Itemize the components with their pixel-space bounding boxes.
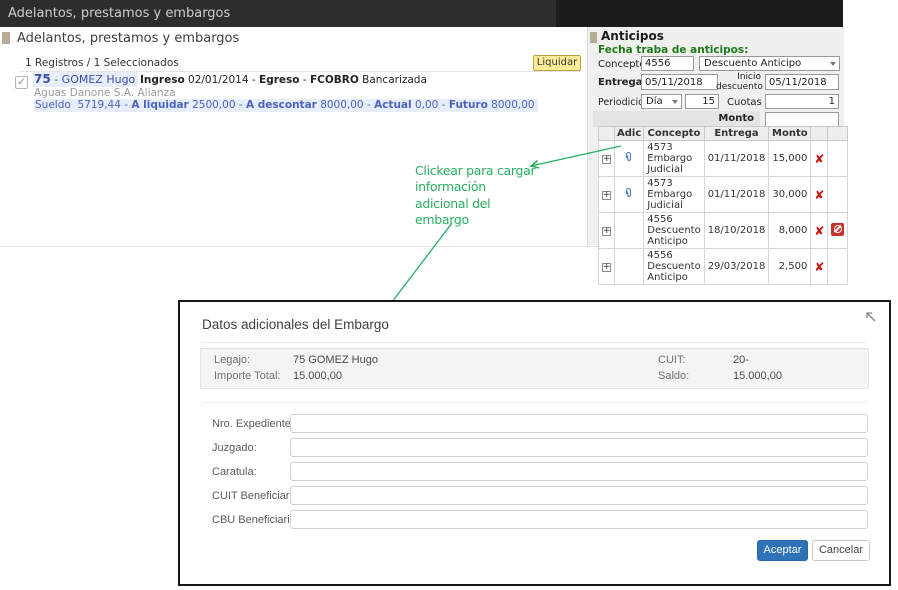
cell-monto: 30,000 <box>769 177 811 213</box>
page-title: Adelantos, prestamos y embargos <box>17 31 239 46</box>
liquidar-button[interactable]: Liquidar <box>533 55 581 71</box>
importe-total-label: Importe Total: <box>214 370 280 382</box>
cell-concepto: 4573 Embargo Judicial <box>644 141 704 177</box>
main-collapse-handle-icon[interactable] <box>2 32 10 44</box>
cuit-beneficiario-label: CUIT Beneficiario: <box>212 486 301 506</box>
inicio-descuento-input[interactable] <box>765 74 839 90</box>
cuit-beneficiario-input[interactable] <box>290 486 868 505</box>
cell-entrega: 18/10/2018 <box>704 213 769 249</box>
window-title: Adelantos, prestamos y embargos <box>8 0 230 27</box>
modal-title: Datos adicionales del Embargo <box>202 317 389 332</box>
juzgado-input[interactable] <box>290 438 868 457</box>
entrega-input[interactable] <box>641 74 718 90</box>
saldo-value: 15.000,00 <box>733 370 782 382</box>
cell-concepto: 4556 Descuento Anticipo <box>644 213 704 249</box>
cell-monto: 2,500 <box>769 249 811 285</box>
screen: Adelantos, prestamos y embargos Adelanto… <box>0 0 898 590</box>
adic-paperclip-icon[interactable] <box>623 151 635 163</box>
modal-divider <box>202 342 867 343</box>
cuotas-input[interactable] <box>765 94 839 109</box>
collapse-arrow-icon[interactable] <box>864 310 877 323</box>
modal-divider <box>202 402 867 403</box>
expand-icon[interactable]: + <box>602 227 611 236</box>
cuit-value: 20- <box>733 354 749 366</box>
cell-monto: 15,000 <box>769 141 811 177</box>
cell-entrega: 29/03/2018 <box>704 249 769 285</box>
periodicidad-unit-select[interactable]: Día <box>641 94 682 109</box>
cell-concepto: 4556 Descuento Anticipo <box>644 249 704 285</box>
delete-icon[interactable]: ✘ <box>811 141 828 177</box>
expand-icon[interactable]: + <box>602 263 611 272</box>
anticipos-title: Anticipos <box>601 29 664 43</box>
expand-icon[interactable]: + <box>602 191 611 200</box>
fecha-traba-label: Fecha traba de anticipos: <box>598 44 748 56</box>
cell-monto: 8,000 <box>769 213 811 249</box>
cuotas-label: Cuotas <box>727 97 762 108</box>
cell-concepto: 4573 Embargo Judicial <box>644 177 704 213</box>
cell-entrega: 01/11/2018 <box>704 141 769 177</box>
delete-icon[interactable]: ✘ <box>811 213 828 249</box>
expand-icon[interactable]: + <box>602 155 611 164</box>
importe-total-value: 15.000,00 <box>293 370 342 382</box>
entrega-label: Entrega <box>598 77 642 88</box>
caratula-input[interactable] <box>290 462 868 481</box>
legajo-label: Legajo: <box>214 354 250 366</box>
record-name: - GOMEZ Hugo <box>54 73 135 86</box>
cancelar-button[interactable]: Cancelar <box>812 540 870 561</box>
chevron-down-icon <box>830 62 836 66</box>
delete-icon[interactable]: ✘ <box>811 249 828 285</box>
cell-entrega: 01/11/2018 <box>704 177 769 213</box>
cbu-beneficiario-input[interactable] <box>290 510 868 529</box>
record-name-link[interactable]: 75 - GOMEZ Hugo <box>33 72 138 87</box>
top-title-bar: Adelantos, prestamos y embargos <box>0 0 843 27</box>
blocked-icon[interactable] <box>831 223 844 236</box>
annotation-note: Clickear para cargar información adicion… <box>415 163 540 228</box>
cuit-label: CUIT: <box>658 354 686 366</box>
col-monto: Monto <box>769 127 811 141</box>
legajo-value: 75 GOMEZ Hugo <box>293 354 378 366</box>
monto-label: Monto <box>593 111 760 127</box>
table-row: + 4556 Descuento Anticipo 29/03/2018 2,5… <box>599 249 848 285</box>
top-title-bar-right <box>556 0 843 27</box>
anticipos-panel: Anticipos Fecha traba de anticipos: Conc… <box>587 27 844 245</box>
record-salary-line: Sueldo 5719,44 - A liquidar 2500,00 - A … <box>34 99 538 112</box>
periodicidad-value-input[interactable] <box>685 94 719 109</box>
inicio-descuento-label: Iniciodescuento <box>716 72 761 93</box>
table-header-row: Adic Concepto Entrega Monto <box>599 127 848 141</box>
record-checkbox[interactable]: ✓ <box>15 76 28 89</box>
embargo-modal: Datos adicionales del Embargo Legajo: 75… <box>178 300 891 586</box>
caratula-label: Caratula: <box>212 462 257 482</box>
table-row: + 4573 Embargo Judicial 01/11/2018 30,00… <box>599 177 848 213</box>
monto-input[interactable] <box>765 112 839 127</box>
nro-expediente-input[interactable] <box>290 414 868 433</box>
anticipos-table: Adic Concepto Entrega Monto + 4573 Embar… <box>598 126 848 285</box>
col-entrega: Entrega <box>704 127 769 141</box>
nro-expediente-label: Nro. Expediente: <box>212 414 294 434</box>
aceptar-button[interactable]: Aceptar <box>757 540 808 561</box>
chevron-down-icon <box>672 100 678 104</box>
concepto-label: Concepto <box>598 59 645 70</box>
juzgado-label: Juzgado: <box>212 438 257 458</box>
table-row: + 4573 Embargo Judicial 01/11/2018 15,00… <box>599 141 848 177</box>
anticipos-collapse-handle-icon[interactable] <box>590 32 597 43</box>
cbu-beneficiario-label: CBU Beneficiario: <box>212 510 299 530</box>
embargo-info-box: Legajo: 75 GOMEZ Hugo CUIT: 20- Importe … <box>200 348 869 389</box>
record-status-line: Ingreso 02/01/2014 - Egreso - FCOBRO Ban… <box>140 74 427 86</box>
adic-paperclip-icon[interactable] <box>623 187 635 199</box>
saldo-label: Saldo: <box>658 370 689 382</box>
col-concepto: Concepto <box>644 127 704 141</box>
table-row: + 4556 Descuento Anticipo 18/10/2018 8,0… <box>599 213 848 249</box>
records-summary: 1 Registros / 1 Seleccionados <box>25 57 179 69</box>
record-company: Aguas Danone S.A. Alianza <box>34 87 176 99</box>
delete-icon[interactable]: ✘ <box>811 177 828 213</box>
col-adic: Adic <box>615 127 644 141</box>
concepto-select[interactable]: Descuento Anticipo <box>699 56 840 71</box>
record-legajo: 75 <box>34 72 51 86</box>
concepto-code-input[interactable] <box>641 56 694 71</box>
